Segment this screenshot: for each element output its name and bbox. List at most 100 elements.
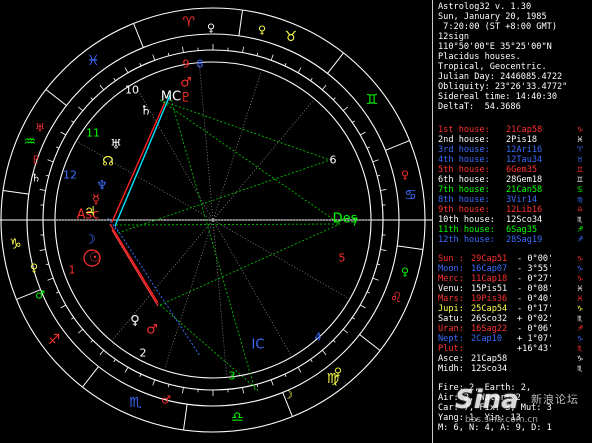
planet-row: Midh: 12Sco34 xyxy=(438,364,517,374)
zodiac-sign-icon: ♉ xyxy=(284,29,297,45)
zodiac-sign-icon: ♌ xyxy=(390,290,403,306)
info-line: Sun, January 20, 1985 xyxy=(438,12,547,22)
uranus-icon: ♅ xyxy=(110,138,122,153)
node-icon: ☊ xyxy=(102,155,114,170)
house-label: 7th house: xyxy=(438,185,490,195)
degree-tick xyxy=(45,174,49,177)
degree-tick xyxy=(310,78,313,81)
house-cusp: 21Can58 xyxy=(506,185,543,195)
venus-top-outer-icon: ♀ xyxy=(207,22,215,35)
degree-tick xyxy=(113,359,116,362)
venus-des-icon: ♀ xyxy=(401,266,409,279)
planet-name: Venu: xyxy=(438,284,464,294)
degree-tick xyxy=(366,291,370,294)
sign-divider xyxy=(238,9,243,36)
degree-tick xyxy=(99,84,105,91)
venus-icon: ♀ xyxy=(130,314,140,329)
mars-node-icon: ♂ xyxy=(180,76,192,91)
zodiac-sign-icon: ♊ xyxy=(366,92,379,108)
sign-divider xyxy=(183,404,188,431)
house-row: 10th house: 12Sco34 xyxy=(438,215,542,225)
descendant-label: Des xyxy=(333,212,358,227)
aspect-line xyxy=(109,223,159,304)
sign-glyph-icon: ♑ xyxy=(577,304,583,314)
house-cusp: 12Ari16 xyxy=(506,145,543,155)
planet-position: 16Cap07 xyxy=(471,264,508,274)
planet-row: Jupi: 25Cap54 - 0°17' xyxy=(438,304,553,314)
degree-tick xyxy=(284,63,287,67)
planet-speed: - 3°55' xyxy=(517,264,554,274)
degree-tick xyxy=(139,373,142,377)
zodiac-sign-icon: ♈ xyxy=(182,14,195,30)
house-label: 2nd house: xyxy=(438,135,490,145)
planet-name: Plut: xyxy=(438,344,464,354)
sign-divider xyxy=(397,245,424,250)
planet-name: Sun : xyxy=(438,254,464,264)
sign-glyph-icon: ♑ xyxy=(577,334,583,344)
saturn-outer-icon: ♄ xyxy=(31,172,41,185)
sign-divider xyxy=(2,190,29,195)
degree-tick xyxy=(124,367,129,373)
degree-tick xyxy=(113,78,116,81)
planet-row: Mars: 19Pis36 - 0°40' xyxy=(438,294,553,304)
info-line: DeltaT: 54.3686 xyxy=(438,102,521,112)
venus-bottom-icon: ♀ xyxy=(334,366,342,379)
pluto-outer-icon: ♇ xyxy=(31,154,41,167)
uranus-outer-icon: ♅ xyxy=(35,122,45,135)
degree-tick xyxy=(56,146,60,149)
degree-tick xyxy=(380,249,387,251)
degree-tick xyxy=(352,317,355,320)
degree-tick xyxy=(39,189,46,191)
planet-row: Merc: 11Cap18 - 0°27' xyxy=(438,274,553,284)
house-label: 9th house: xyxy=(438,205,490,215)
degree-tick xyxy=(167,52,170,56)
house-cusp: 21Cap58 xyxy=(506,125,543,135)
planet-speed: - 0°00' xyxy=(517,254,554,264)
house-cusp: 12Sco34 xyxy=(506,215,543,225)
degree-tick xyxy=(342,328,349,334)
degree-tick xyxy=(270,54,274,61)
planet-position: 2Cap10 xyxy=(471,334,503,344)
degree-tick xyxy=(352,120,355,123)
house-label: 5th house: xyxy=(438,165,490,175)
house-label: 10th house: xyxy=(438,215,495,225)
degree-tick xyxy=(90,97,94,101)
midheaven-label: MC xyxy=(161,90,181,105)
info-line: 7:20:00 (ST +8:00 GMT) xyxy=(438,22,557,32)
planet-name: Nept: xyxy=(438,334,464,344)
planet-row: Plut: +16°43' xyxy=(438,344,553,354)
sign-divider xyxy=(45,89,67,106)
aspect-line xyxy=(115,223,341,226)
degree-tick xyxy=(90,339,94,343)
planet-row: Sun : 29Cap51 - 0°00' xyxy=(438,254,553,264)
house-row: 9th house: 12Lib16 xyxy=(438,205,542,215)
degree-tick xyxy=(297,367,302,373)
degree-tick xyxy=(242,46,244,53)
degree-tick xyxy=(47,159,54,163)
house-label: 6th house: xyxy=(438,175,490,185)
house-number: 11 xyxy=(86,127,100,140)
aspect-line xyxy=(111,229,159,307)
degree-tick xyxy=(360,131,366,136)
planet-name: Moon: xyxy=(438,264,464,274)
planet-position: 12Sco34 xyxy=(471,364,508,374)
house-number: 6 xyxy=(330,154,337,167)
neptune-icon: ♆ xyxy=(96,179,108,194)
sign-glyph-icon: ♊ xyxy=(577,175,583,185)
house-cusp: 12Lib16 xyxy=(506,205,543,215)
degree-tick xyxy=(77,106,84,112)
pluto-icon: ♇ xyxy=(180,91,192,106)
sign-glyph-icon: ♑ xyxy=(577,354,583,364)
sign-glyph-icon: ♋ xyxy=(577,185,583,195)
sina-watermark: Sina 新浪论坛 bbs.sina.com.cn xyxy=(455,385,592,440)
degree-tick xyxy=(56,291,60,294)
planet-position: 29Cap51 xyxy=(471,254,508,264)
zodiac-sign-icon: ♑ xyxy=(9,236,22,252)
sign-glyph-icon: ♏ xyxy=(577,344,583,354)
mars-outer-icon: ♂ xyxy=(35,289,45,302)
planet-speed: - 0°08' xyxy=(517,284,554,294)
sign-glyph-icon: ♑ xyxy=(577,264,583,274)
sign-glyph-icon: ♏ xyxy=(577,364,583,374)
info-line: 110°50'00"E 35°25'00"N xyxy=(438,42,552,52)
sign-glyph-icon: ♑ xyxy=(577,274,583,284)
